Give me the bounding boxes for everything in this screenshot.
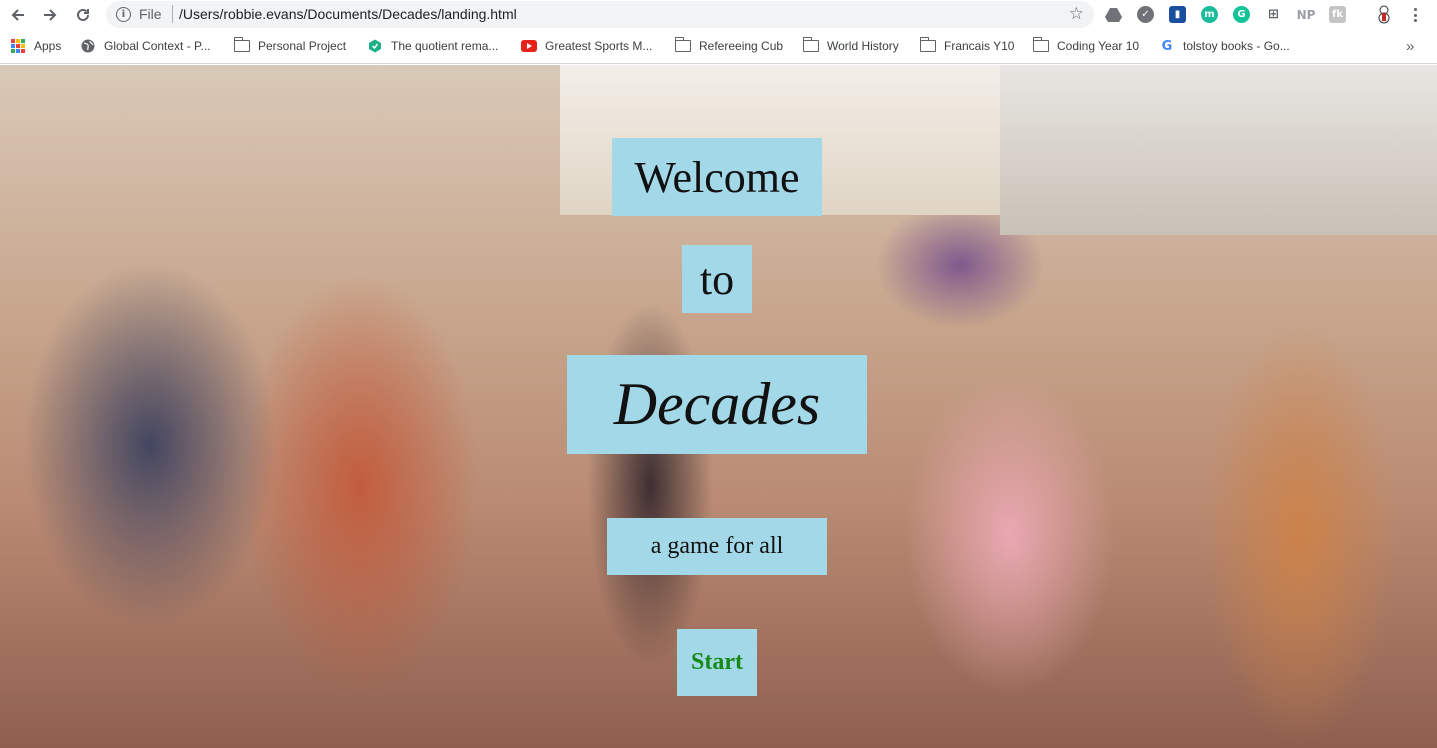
bookmark-greatest-sports[interactable]: Greatest Sports M...	[521, 36, 652, 56]
chevron-double-right-icon[interactable]: »	[1406, 38, 1414, 55]
drive-icon[interactable]	[1105, 6, 1122, 23]
bookmark-label: Coding Year 10	[1057, 39, 1140, 53]
address-bar[interactable]: i File /Users/robbie.evans/Documents/Dec…	[106, 1, 1094, 28]
folder-icon	[233, 37, 250, 53]
bookmark-tolstoy-books[interactable]: G tolstoy books - Go...	[1159, 36, 1290, 56]
landing-page: Welcome to Decades a game for all Start	[0, 65, 1437, 748]
tagline: a game for all	[607, 518, 827, 575]
youtube-icon	[521, 39, 537, 53]
url-scheme: File	[139, 6, 162, 22]
welcome-heading: Welcome	[612, 138, 822, 216]
forward-button[interactable]	[38, 4, 62, 26]
game-title: Decades	[567, 355, 867, 454]
to-heading: to	[682, 245, 752, 313]
bookmark-apps[interactable]: Apps	[10, 36, 61, 56]
bookmark-coding-year-10[interactable]: Coding Year 10	[1032, 36, 1140, 56]
bookmark-label: Francais Y10	[944, 39, 1015, 53]
bookmark-personal-project[interactable]: Personal Project	[233, 36, 347, 56]
folder-icon	[919, 37, 936, 53]
book-icon[interactable]: ▮	[1169, 6, 1186, 23]
bookmark-label: tolstoy books - Go...	[1183, 39, 1290, 53]
bookmark-label: Global Context - P...	[104, 39, 211, 53]
bookmark-label: Greatest Sports M...	[545, 39, 653, 53]
background-photo-storefront-right	[1000, 65, 1437, 235]
bookmark-quotient[interactable]: The quotient rema...	[367, 36, 498, 56]
google-icon: G	[1161, 38, 1173, 54]
bookmark-label: World History	[827, 39, 899, 53]
apps-grid-icon	[10, 39, 26, 53]
fk-icon[interactable]: fk	[1329, 6, 1346, 23]
bookmark-world-history[interactable]: World History	[802, 36, 899, 56]
arrow-right-icon	[44, 9, 57, 21]
snowman-icon[interactable]	[1375, 4, 1393, 24]
bookmark-star-icon[interactable]: ☆	[1069, 4, 1084, 24]
info-icon[interactable]: i	[116, 7, 131, 22]
bookmark-label: Refereeing Cub	[699, 39, 784, 53]
start-button[interactable]: Start	[677, 629, 757, 696]
folder-icon	[674, 37, 691, 53]
browser-toolbar: i File /Users/robbie.evans/Documents/Dec…	[0, 0, 1437, 30]
url-separator	[172, 5, 173, 23]
arrow-left-icon	[11, 9, 24, 21]
back-button[interactable]	[6, 4, 30, 26]
reload-button[interactable]	[71, 4, 95, 26]
m-icon[interactable]: m	[1201, 6, 1218, 23]
url-text[interactable]: /Users/robbie.evans/Documents/Decades/la…	[179, 6, 517, 22]
bookmark-label: Apps	[34, 39, 62, 53]
np-icon[interactable]: NP	[1295, 6, 1317, 23]
grammarly-icon[interactable]: G	[1233, 6, 1250, 23]
shield-icon[interactable]: ✓	[1137, 6, 1154, 23]
menu-kebab-icon[interactable]	[1408, 5, 1422, 25]
bookmark-refereeing-cub[interactable]: Refereeing Cub	[674, 36, 784, 56]
bookmark-francais-y10[interactable]: Francais Y10	[919, 36, 1015, 56]
folder-icon	[1032, 37, 1049, 53]
bookmark-global-context[interactable]: Global Context - P...	[80, 36, 211, 56]
folder-icon	[802, 37, 819, 53]
globe-icon	[80, 39, 96, 53]
bookmarks-bar: Apps Global Context - P... Personal Proj…	[0, 33, 1437, 59]
reload-icon	[77, 8, 89, 21]
hex-site-icon	[367, 39, 383, 53]
bookmark-label: Personal Project	[258, 39, 347, 53]
bookmark-label: The quotient rema...	[391, 39, 499, 53]
browser-chrome: i File /Users/robbie.evans/Documents/Dec…	[0, 0, 1437, 64]
grid-icon[interactable]: ⊞	[1265, 6, 1282, 23]
